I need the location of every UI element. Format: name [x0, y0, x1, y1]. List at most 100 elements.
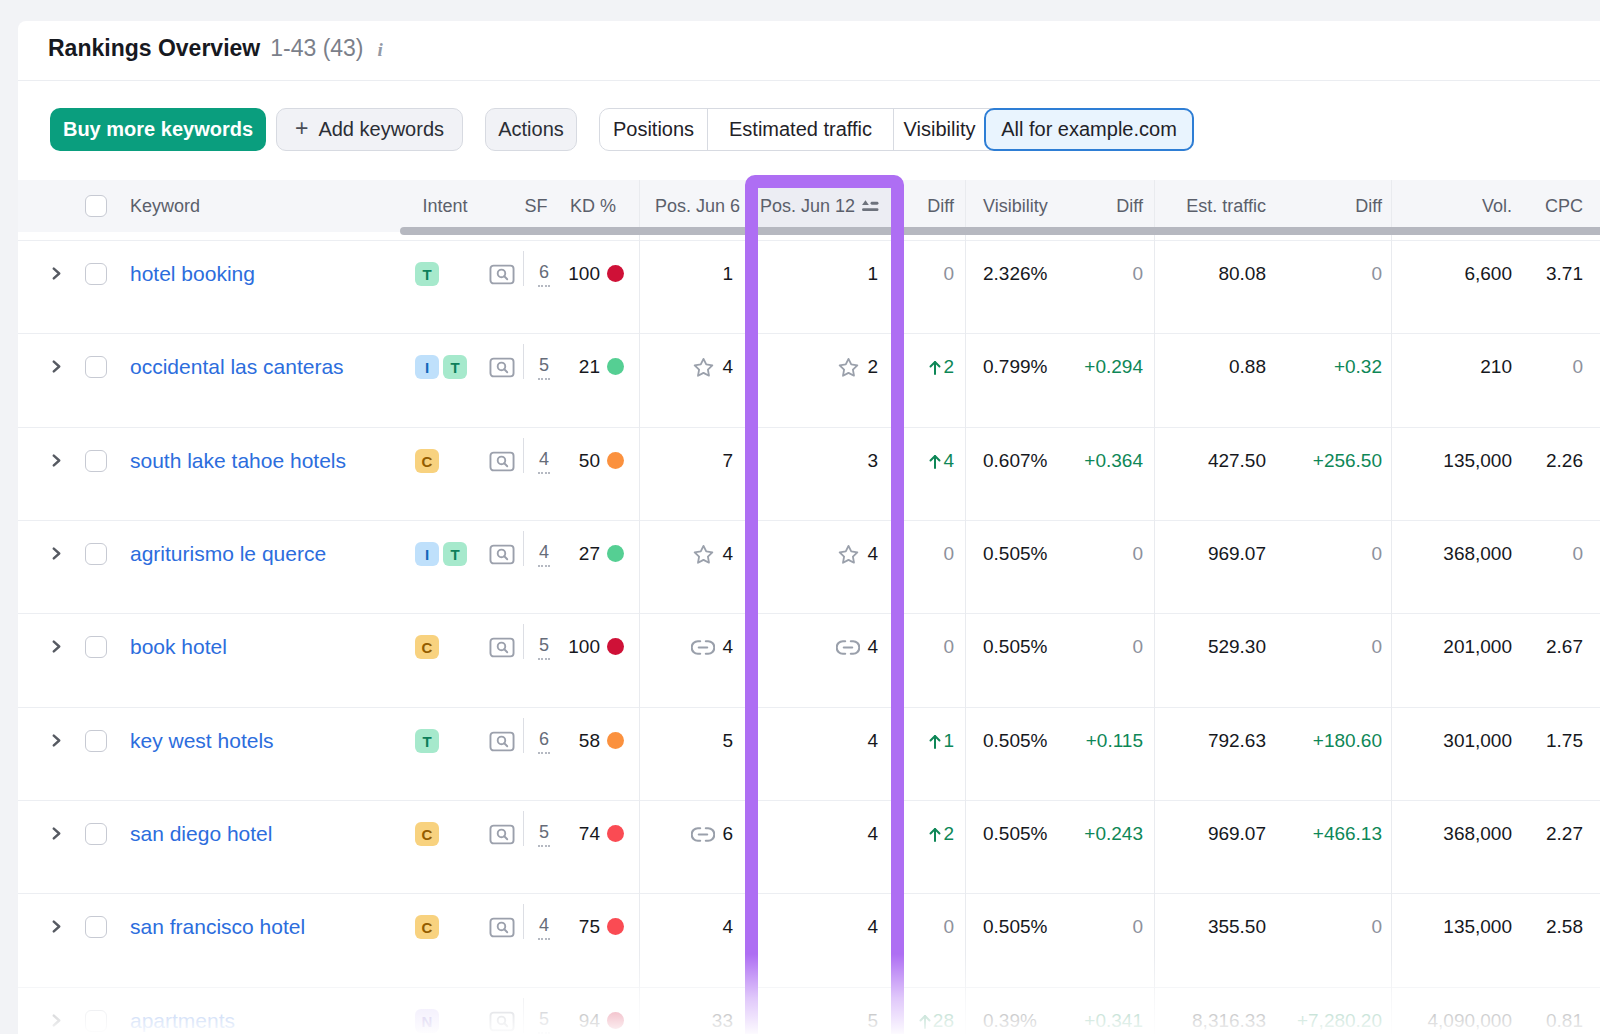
visibility-diff: 0	[1068, 540, 1143, 568]
view-tab-estimated-traffic[interactable]: Estimated traffic	[708, 109, 894, 150]
visibility-diff: +0.115	[1068, 727, 1143, 755]
column-header-visibility[interactable]: Visibility	[983, 180, 1048, 232]
est-traffic-diff: 0	[1282, 913, 1382, 941]
position-jun6: 5	[648, 727, 733, 755]
column-header-kd[interactable]: KD %	[548, 180, 616, 232]
position-jun6: 4	[648, 540, 733, 568]
keyword-link[interactable]: key west hotels	[130, 727, 274, 755]
expand-chevron-icon[interactable]	[50, 920, 63, 933]
intent-badge-T: T	[443, 542, 467, 566]
buy-more-keywords-button[interactable]: Buy more keywords	[50, 108, 266, 151]
volume-value: 135,000	[1404, 447, 1512, 475]
star-icon	[692, 356, 715, 379]
cpc-value: 2.67	[1518, 633, 1583, 661]
keyword-link[interactable]: hotel booking	[130, 260, 255, 288]
row-checkbox[interactable]	[85, 730, 107, 752]
cpc-value: 0	[1518, 540, 1583, 568]
cpc-value: 3.71	[1518, 260, 1583, 288]
view-tab-visibility[interactable]: Visibility	[894, 109, 985, 150]
volume-value: 301,000	[1404, 727, 1512, 755]
keyword-link[interactable]: book hotel	[130, 633, 227, 661]
sf-divider	[523, 344, 524, 379]
visibility-value: 0.505%	[983, 540, 1047, 568]
info-icon[interactable]: i	[378, 39, 383, 61]
rankings-overview-card: Rankings Overview 1-43 (43) i Buy more k…	[18, 21, 1600, 1034]
column-header-sf[interactable]: SF	[521, 180, 551, 232]
select-all-checkbox[interactable]	[85, 195, 107, 217]
kd-value: 74	[543, 820, 600, 848]
keyword-link[interactable]: south lake tahoe hotels	[130, 447, 346, 475]
plus-icon: +	[295, 115, 308, 142]
add-keywords-button[interactable]: + Add keywords	[276, 108, 463, 151]
row-checkbox[interactable]	[85, 356, 107, 378]
intent-badge-C: C	[415, 822, 439, 846]
up-arrow-icon	[928, 826, 942, 843]
kd-value: 27	[543, 540, 600, 568]
cpc-value: 2.26	[1518, 447, 1583, 475]
link-icon	[691, 639, 715, 656]
expand-chevron-icon[interactable]	[50, 734, 63, 747]
est-traffic-value: 80.08	[1168, 260, 1266, 288]
est-traffic-diff: +0.32	[1282, 353, 1382, 381]
position-diff: 2	[902, 820, 954, 848]
expand-chevron-icon[interactable]	[50, 640, 63, 653]
row-checkbox[interactable]	[85, 263, 107, 285]
add-keywords-label: Add keywords	[318, 118, 444, 141]
intent-badge-C: C	[415, 915, 439, 939]
expand-chevron-icon[interactable]	[50, 454, 63, 467]
keyword-link[interactable]: agriturismo le querce	[130, 540, 326, 568]
expand-chevron-icon[interactable]	[50, 360, 63, 373]
row-checkbox[interactable]	[85, 450, 107, 472]
kd-difficulty-dot	[607, 918, 624, 935]
position-diff: 0	[902, 540, 954, 568]
view-tab-all-for-example-com[interactable]: All for example.com	[984, 108, 1194, 151]
est-traffic-value: 355.50	[1168, 913, 1266, 941]
position-diff: 1	[902, 727, 954, 755]
column-divider	[965, 180, 966, 1034]
position-diff: 0	[902, 913, 954, 941]
intent-badges: T	[415, 729, 439, 753]
horizontal-scrollbar[interactable]	[400, 227, 1600, 235]
visibility-diff: +0.294	[1068, 353, 1143, 381]
keyword-link[interactable]: occidental las canteras	[130, 353, 344, 381]
column-header-diff3[interactable]: Diff	[1322, 180, 1382, 232]
kd-value: 100	[543, 260, 600, 288]
kd-difficulty-dot	[607, 545, 624, 562]
est-traffic-value: 792.63	[1168, 727, 1266, 755]
row-checkbox[interactable]	[85, 636, 107, 658]
est-traffic-value: 969.07	[1168, 820, 1266, 848]
column-header-diff2[interactable]: Diff	[1083, 180, 1143, 232]
sf-divider	[523, 438, 524, 473]
column-header-keyword[interactable]: Keyword	[130, 180, 200, 232]
est-traffic-diff: 0	[1282, 633, 1382, 661]
kd-difficulty-dot	[607, 825, 624, 842]
column-header-pos-jun6[interactable]: Pos. Jun 6	[648, 180, 740, 232]
visibility-value: 2.326%	[983, 260, 1047, 288]
column-header-est-traffic[interactable]: Est. traffic	[1166, 180, 1266, 232]
column-header-diff1[interactable]: Diff	[908, 180, 954, 232]
up-arrow-icon	[928, 359, 942, 376]
row-checkbox[interactable]	[85, 543, 107, 565]
keyword-link[interactable]: san diego hotel	[130, 820, 272, 848]
kd-value: 21	[543, 353, 600, 381]
row-checkbox[interactable]	[85, 823, 107, 845]
column-header-cpc[interactable]: CPC	[1523, 180, 1583, 232]
position-jun6: 7	[648, 447, 733, 475]
column-header-vol[interactable]: Vol.	[1412, 180, 1512, 232]
column-header-intent[interactable]: Intent	[414, 180, 476, 232]
position-diff: 2	[902, 353, 954, 381]
position-diff: 0	[902, 633, 954, 661]
row-checkbox[interactable]	[85, 916, 107, 938]
view-tab-positions[interactable]: Positions	[600, 109, 708, 150]
expand-chevron-icon[interactable]	[50, 267, 63, 280]
expand-chevron-icon[interactable]	[50, 547, 63, 560]
serp-features-icon	[489, 540, 515, 568]
results-range: 1-43 (43)	[270, 35, 363, 62]
serp-features-icon	[489, 353, 515, 381]
keyword-link[interactable]: san francisco hotel	[130, 913, 305, 941]
visibility-value: 0.505%	[983, 913, 1047, 941]
actions-button[interactable]: Actions	[485, 108, 577, 151]
volume-value: 368,000	[1404, 540, 1512, 568]
position-jun6: 1	[648, 260, 733, 288]
expand-chevron-icon[interactable]	[50, 827, 63, 840]
